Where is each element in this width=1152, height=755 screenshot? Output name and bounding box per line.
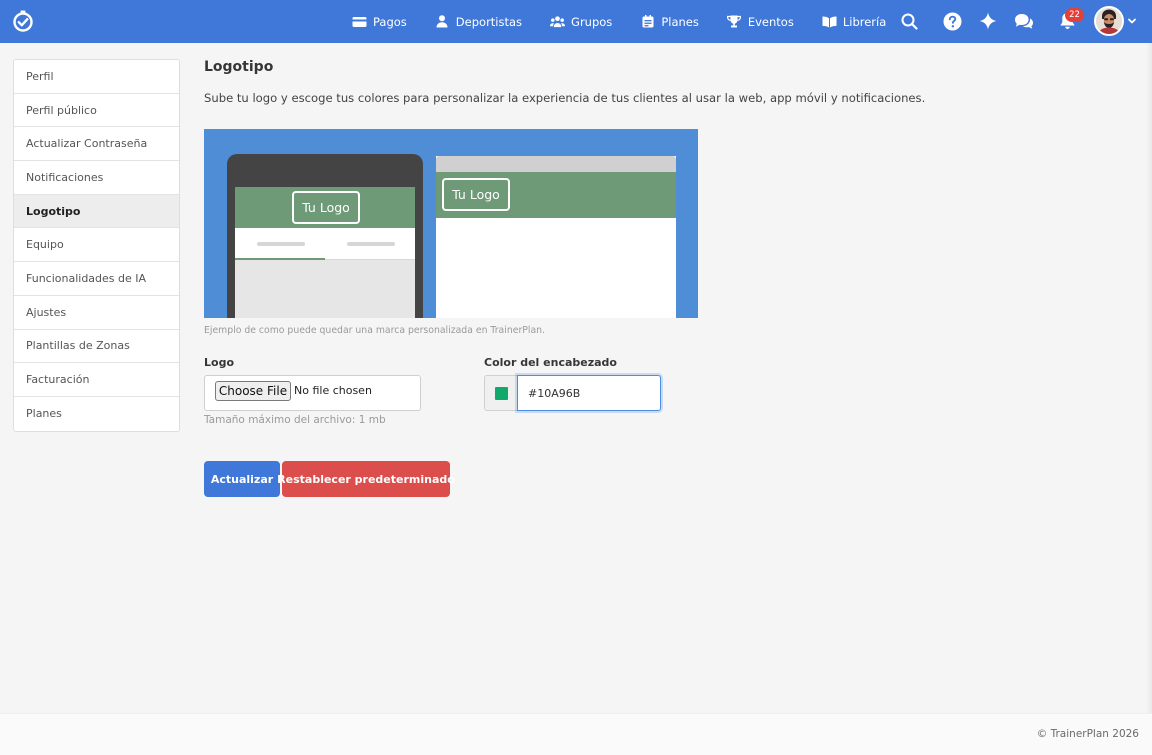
phone-tab-line xyxy=(347,242,395,246)
sidebar-item-label: Perfil xyxy=(26,69,54,83)
nav-label: Grupos xyxy=(571,14,613,29)
color-picker-button[interactable] xyxy=(484,375,519,411)
phone-screen: Tu Logo xyxy=(235,187,415,318)
update-button[interactable]: Actualizar xyxy=(204,461,280,497)
phone-mockup: Tu Logo xyxy=(227,154,423,318)
phone-tab-line xyxy=(257,242,305,246)
nav-label: Deportistas xyxy=(455,14,523,29)
trainerplan-logo-icon[interactable] xyxy=(10,8,36,34)
notification-badge: 22 xyxy=(1065,8,1084,22)
header-color-input[interactable] xyxy=(517,375,661,411)
phone-tab-indicator xyxy=(235,258,325,260)
top-navbar: Pagos Deportistas Grupos Planes Eventos … xyxy=(0,0,1152,43)
nav-label: Planes xyxy=(661,14,699,29)
sidebar-item-perfil[interactable]: Perfil xyxy=(14,60,179,94)
sidebar-item-label: Perfil público xyxy=(26,103,97,117)
desktop-header: Tu Logo xyxy=(436,172,676,218)
file-status: No file chosen xyxy=(294,384,372,397)
chat-icon[interactable] xyxy=(1013,10,1035,32)
book-icon xyxy=(822,14,837,29)
nav-label: Eventos xyxy=(747,14,794,29)
file-size-help: Tamaño máximo del archivo: 1 mb xyxy=(204,414,386,426)
sidebar-item-planes[interactable]: Planes xyxy=(14,397,179,431)
nav-item-planes[interactable]: Planes xyxy=(640,14,699,29)
sidebar-item-label: Facturación xyxy=(26,373,90,387)
sparkle-icon[interactable] xyxy=(977,10,999,32)
nav-item-libreria[interactable]: Librería xyxy=(822,14,886,29)
settings-sidebar: Perfil Perfil público Actualizar Contras… xyxy=(13,59,180,432)
phone-logo-placeholder: Tu Logo xyxy=(292,191,360,224)
page-description: Sube tu logo y escoge tus colores para p… xyxy=(204,91,926,105)
sidebar-item-label: Equipo xyxy=(26,238,64,252)
help-icon[interactable] xyxy=(941,10,963,32)
sidebar-item-label: Funcionalidades de IA xyxy=(26,271,147,285)
phone-tabs xyxy=(235,228,415,260)
edge-shadow xyxy=(1146,43,1152,755)
desktop-window-bar xyxy=(436,156,676,172)
reset-default-button[interactable]: Restablecer predeterminado xyxy=(277,461,455,497)
preview-caption: Ejemplo de como puede quedar una marca p… xyxy=(204,325,545,336)
page-title: Logotipo xyxy=(204,59,274,75)
card-icon xyxy=(352,14,367,29)
desktop-mockup: Tu Logo xyxy=(436,156,676,318)
choose-file-button[interactable]: Choose File xyxy=(215,381,291,401)
phone-header: Tu Logo xyxy=(235,187,415,228)
nav-item-deportistas[interactable]: Deportistas xyxy=(435,14,522,29)
copyright-text: © TrainerPlan 2026 xyxy=(1036,728,1139,740)
nav-item-eventos[interactable]: Eventos xyxy=(727,14,794,29)
sidebar-item-label: Plantillas de Zonas xyxy=(26,339,130,353)
sidebar-item-notificaciones[interactable]: Notificaciones xyxy=(14,161,179,195)
sidebar-item-equipo[interactable]: Equipo xyxy=(14,228,179,263)
logo-file-input[interactable]: Choose File No file chosen xyxy=(204,375,421,411)
sidebar-item-label: Planes xyxy=(26,407,62,421)
logo-field-label: Logo xyxy=(204,356,234,369)
color-swatch xyxy=(495,386,508,400)
nav-item-grupos[interactable]: Grupos xyxy=(550,14,612,29)
nav-item-pagos[interactable]: Pagos xyxy=(352,14,407,29)
sidebar-item-label: Notificaciones xyxy=(26,170,104,184)
header-color-label: Color del encabezado xyxy=(484,356,617,369)
sidebar-item-plantillas-zonas[interactable]: Plantillas de Zonas xyxy=(14,330,179,364)
sidebar-item-actualizar-contrasena[interactable]: Actualizar Contraseña xyxy=(14,127,179,162)
sidebar-item-label: Actualizar Contraseña xyxy=(26,137,148,151)
calendar-icon xyxy=(640,14,655,29)
sidebar-item-ajustes[interactable]: Ajustes xyxy=(14,296,179,330)
chevron-down-icon[interactable] xyxy=(1127,15,1137,25)
search-icon[interactable] xyxy=(898,10,920,32)
sidebar-item-perfil-publico[interactable]: Perfil público xyxy=(14,94,179,128)
sidebar-item-label: Logotipo xyxy=(26,204,81,218)
sidebar-item-funcionalidades-ia[interactable]: Funcionalidades de IA xyxy=(14,262,179,296)
nav-label: Librería xyxy=(842,14,887,29)
desktop-logo-placeholder: Tu Logo xyxy=(442,178,510,211)
sidebar-item-label: Ajustes xyxy=(26,305,67,319)
sidebar-item-logotipo[interactable]: Logotipo xyxy=(14,194,179,229)
person-icon xyxy=(435,14,450,29)
group-icon xyxy=(550,14,566,29)
footer xyxy=(0,713,1152,755)
trophy-icon xyxy=(727,14,742,29)
avatar[interactable] xyxy=(1094,6,1124,36)
sidebar-item-facturacion[interactable]: Facturación xyxy=(14,363,179,397)
brand-preview-image: Tu Logo Tu Logo xyxy=(204,129,698,318)
nav-label: Pagos xyxy=(373,14,407,29)
